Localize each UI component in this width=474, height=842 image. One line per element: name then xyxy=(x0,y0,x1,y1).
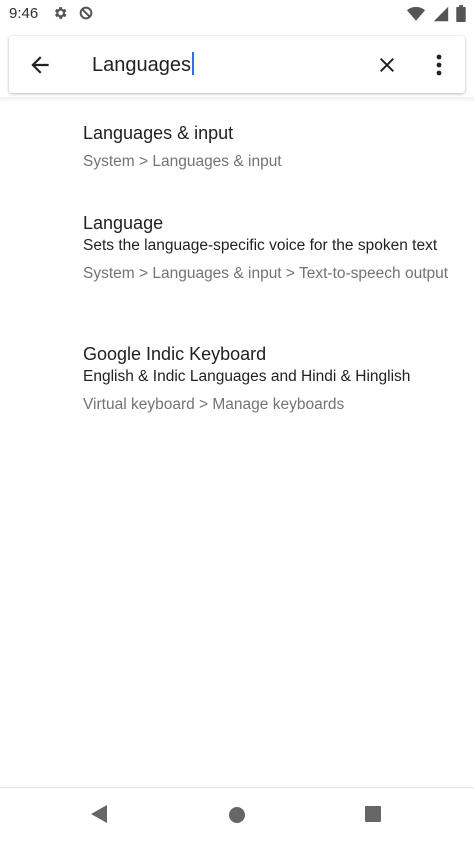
search-input[interactable]: Languages xyxy=(92,52,194,77)
close-icon xyxy=(380,58,394,72)
nav-home-button[interactable] xyxy=(228,806,246,829)
nav-back-button[interactable] xyxy=(89,804,109,829)
search-query-text: Languages xyxy=(92,54,191,76)
nav-back-icon xyxy=(91,805,107,823)
search-toolbar: Languages xyxy=(9,36,465,93)
result-title: Google Indic Keyboard xyxy=(83,344,267,364)
clear-search-button[interactable] xyxy=(375,53,399,77)
result-path: System > Languages & input > Text-to-spe… xyxy=(83,265,449,282)
status-right-icons xyxy=(404,5,466,27)
wifi-icon xyxy=(407,6,426,27)
result-item[interactable]: Languages & input System > Languages & i… xyxy=(83,122,463,171)
toolbar-shadow xyxy=(0,97,474,103)
status-time: 9:46 xyxy=(9,5,39,22)
navigation-bar xyxy=(0,788,474,842)
result-path: Virtual keyboard > Manage keyboards xyxy=(83,396,345,413)
result-title: Language xyxy=(83,213,164,233)
nav-recents-icon xyxy=(365,806,381,822)
battery-icon xyxy=(456,5,466,27)
nav-recents-button[interactable] xyxy=(364,805,382,828)
nav-home-icon xyxy=(229,807,245,823)
result-item[interactable]: Google Indic Keyboard English & Indic La… xyxy=(83,343,463,414)
result-item[interactable]: Language Sets the language-specific voic… xyxy=(83,212,463,283)
result-summary: English & Indic Languages and Hindi & Hi… xyxy=(83,368,411,385)
more-vert-icon xyxy=(436,54,442,76)
arrow-back-icon xyxy=(31,56,49,74)
result-title: Languages & input xyxy=(83,123,234,143)
result-path: System > Languages & input xyxy=(83,153,282,170)
back-button[interactable] xyxy=(27,52,53,78)
cell-signal-icon xyxy=(433,6,449,27)
settings-gear-icon xyxy=(52,5,68,26)
data-saver-icon xyxy=(78,5,94,26)
status-left-icons xyxy=(52,5,100,26)
text-caret xyxy=(191,52,194,75)
result-summary: Sets the language-specific voice for the… xyxy=(83,237,438,254)
more-options-button[interactable] xyxy=(429,52,449,78)
status-bar: 9:46 xyxy=(0,0,474,28)
